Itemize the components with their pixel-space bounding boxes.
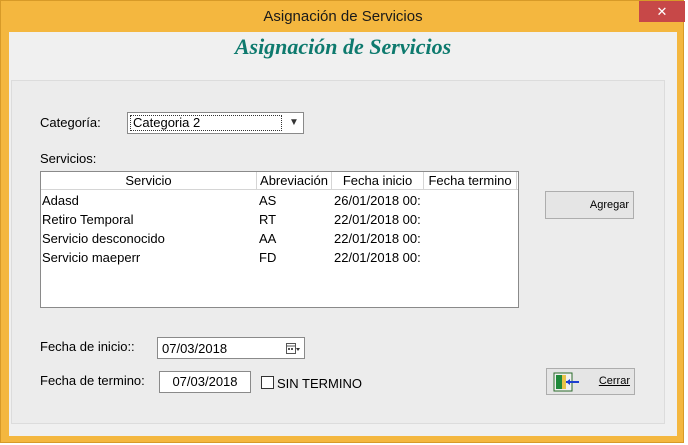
main-window: Asignación de Servicios ✕ Asignación de … [0,0,685,443]
fecha-inicio-value: 07/03/2018 [162,341,228,356]
fecha-termino-field[interactable]: 07/03/2018 [159,371,251,393]
categoria-select[interactable]: Categoria 2 ▼ [127,112,304,134]
categoria-label: Categoría: [40,115,101,130]
cell-fecha-inicio: 26/01/2018 00: [334,193,421,208]
col-fecha-inicio[interactable]: Fecha inicio [332,172,424,190]
table-row[interactable]: Servicio maeperr FD 22/01/2018 00: [41,248,518,267]
cell-abreviacion: FD [259,250,277,265]
calendar-icon[interactable] [286,342,300,354]
servicios-table[interactable]: Servicio Abreviación Fecha inicio Fecha … [40,171,519,308]
close-icon: ✕ [656,4,668,19]
agregar-label: Agregar [589,199,629,211]
categoria-value: Categoria 2 [130,115,282,131]
form-heading: Asignación de Servicios [234,34,452,59]
cell-fecha-inicio: 22/01/2018 00: [334,250,421,265]
client-area: Asignación de Servicios Categoría: Categ… [9,32,677,436]
cell-servicio: Retiro Temporal [42,212,134,227]
close-button[interactable]: ✕ [639,1,685,22]
cerrar-label: Cerrar [598,375,630,387]
servicios-label: Servicios: [40,151,97,166]
cell-servicio: Servicio maeperr [42,250,141,265]
table-row[interactable]: Retiro Temporal RT 22/01/2018 00: [41,210,518,229]
table-row[interactable]: Servicio desconocido AA 22/01/2018 00: [41,229,518,248]
fecha-inicio-label: Fecha de inicio:: [40,339,135,354]
cell-servicio: Adasd [42,193,79,208]
sin-termino-label: SIN TERMINO [277,376,362,391]
table-header: Servicio Abreviación Fecha inicio Fecha … [41,172,518,190]
col-abreviacion[interactable]: Abreviación [257,172,332,190]
cell-abreviacion: AS [259,193,277,208]
col-servicio[interactable]: Servicio [41,172,257,190]
exit-door-icon [553,372,581,395]
fecha-inicio-picker[interactable]: 07/03/2018 [157,337,305,359]
cell-servicio: Servicio desconocido [42,231,165,246]
window-title: Asignación de Servicios [263,8,423,25]
table-row[interactable]: Adasd AS 26/01/2018 00: [41,191,518,210]
title-bar[interactable]: Asignación de Servicios ✕ [1,1,685,32]
form-panel: Categoría: Categoria 2 ▼ Servicios: Serv… [11,80,665,424]
sin-termino-checkbox[interactable] [261,376,274,389]
cell-abreviacion: RT [259,212,277,227]
fecha-termino-label: Fecha de termino: [40,373,145,388]
cell-fecha-inicio: 22/01/2018 00: [334,212,421,227]
cell-fecha-inicio: 22/01/2018 00: [334,231,421,246]
cerrar-button[interactable]: Cerrar [546,368,635,395]
agregar-button[interactable]: Agregar [545,191,634,219]
cell-abreviacion: AA [259,231,277,246]
chevron-down-icon[interactable]: ▼ [285,113,303,133]
col-fecha-termino[interactable]: Fecha termino [424,172,517,190]
